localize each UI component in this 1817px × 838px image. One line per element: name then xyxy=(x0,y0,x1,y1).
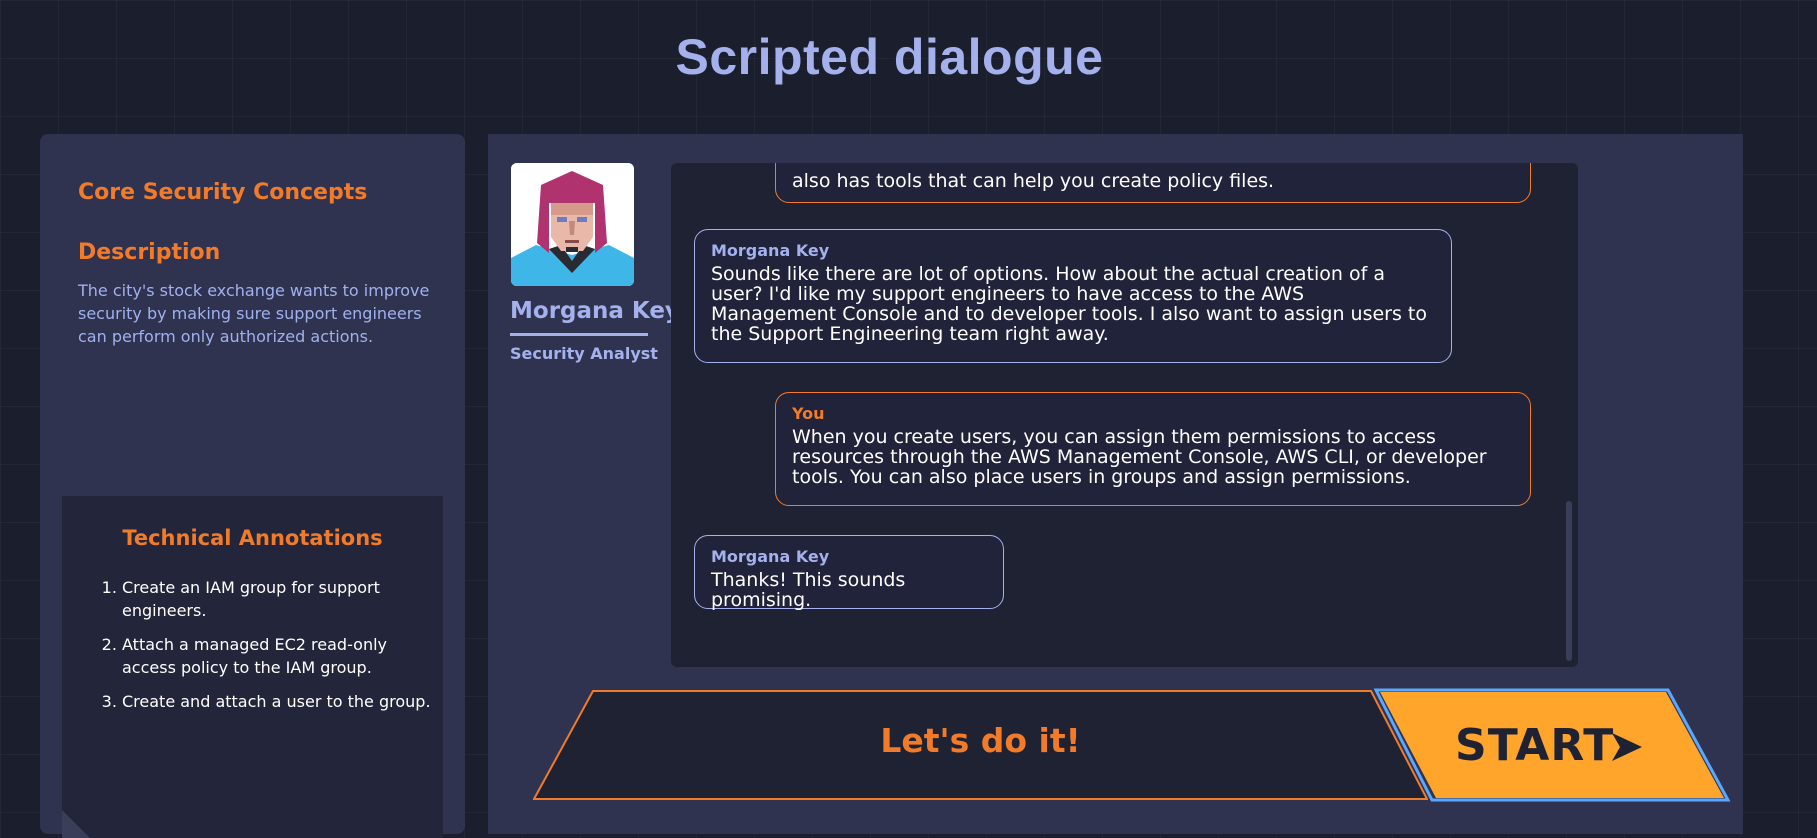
page-title: Scripted dialogue xyxy=(675,29,1104,85)
message-speaker: Morgana Key xyxy=(711,241,830,260)
topic-heading: Core Security Concepts xyxy=(78,180,368,205)
dialogue-message: You When you create users, you can assig… xyxy=(775,392,1531,506)
message-speaker: You xyxy=(792,404,825,423)
corner-fold-icon xyxy=(62,810,90,838)
message-text: Thanks! This sounds promising. xyxy=(711,569,906,611)
message-speaker: Morgana Key xyxy=(711,547,830,566)
dialogue-message: Morgana Key Thanks! This sounds promisin… xyxy=(694,535,1004,611)
dialogue-scrollbar[interactable] xyxy=(1566,501,1572,661)
message-text: also has tools that can help you create … xyxy=(792,170,1275,192)
annotation-item: Attach a managed EC2 read-only access po… xyxy=(122,633,442,679)
character-name: Morgana Key xyxy=(510,298,680,324)
response-label[interactable]: Let's do it! xyxy=(533,721,1428,760)
dialogue-log[interactable]: also has tools that can help you create … xyxy=(671,163,1578,667)
scenario-panel: Core Security Concepts Description The c… xyxy=(40,134,465,838)
description-heading: Description xyxy=(78,240,221,265)
dialogue-message: also has tools that can help you create … xyxy=(775,163,1531,203)
annotations-list: Create an IAM group for support engineer… xyxy=(98,576,442,724)
character-role: Security Analyst xyxy=(510,344,658,363)
name-underline xyxy=(510,333,648,336)
description-text: The city's stock exchange wants to impro… xyxy=(78,281,430,346)
send-arrow-icon xyxy=(1612,733,1642,761)
message-text: Sounds like there are lot of options. Ho… xyxy=(711,263,1427,345)
person-avatar-icon xyxy=(511,163,634,286)
message-text: When you create users, you can assign th… xyxy=(792,426,1487,488)
dialogue-message: Morgana Key Sounds like there are lot of… xyxy=(694,229,1452,363)
annotation-item: Create and attach a user to the group. xyxy=(122,690,442,713)
annotations-title: Technical Annotations xyxy=(122,526,383,550)
technical-annotations: Technical Annotations Create an IAM grou… xyxy=(62,496,443,838)
start-label[interactable]: START xyxy=(1455,720,1614,771)
annotation-item: Create an IAM group for support engineer… xyxy=(122,576,442,622)
